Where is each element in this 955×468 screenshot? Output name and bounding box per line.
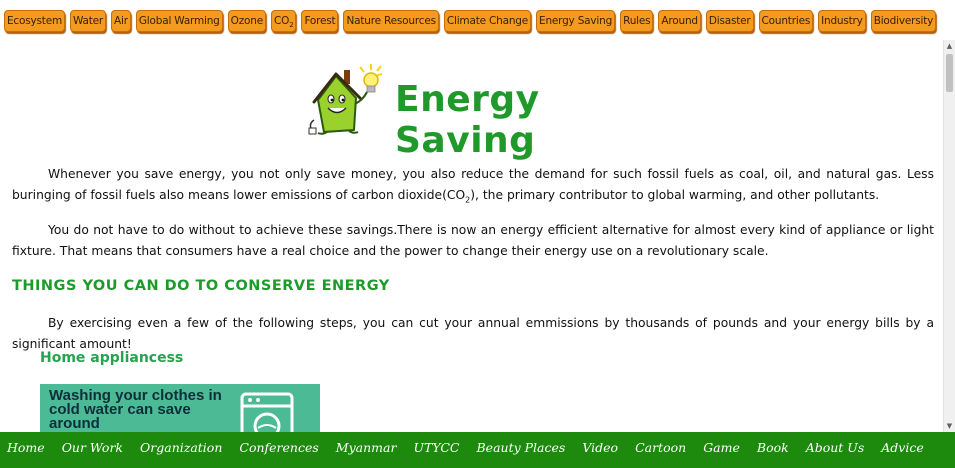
nav-co2-label: CO — [273, 15, 290, 27]
bottom-nav-cartoon-link[interactable]: Cartoon — [635, 440, 686, 455]
nav-air-button[interactable]: Air — [111, 10, 131, 32]
nav-co2-button[interactable]: CO2 — [270, 10, 297, 32]
arrow-up-icon[interactable]: ▲ — [944, 40, 955, 52]
top-nav-list: Ecosystem Water Air Global Warming Ozone… — [4, 10, 937, 32]
nav-disaster-button[interactable]: Disaster — [705, 10, 754, 32]
nav-around-button[interactable]: Around — [658, 10, 701, 32]
arrow-down-icon[interactable]: ▼ — [944, 420, 955, 432]
bottom-navigation: Home Our Work Organization Conferences M… — [0, 432, 955, 468]
alternatives-paragraph: You do not have to do without to achieve… — [12, 220, 934, 262]
page-header: Energy Saving — [300, 62, 680, 161]
bottom-nav-game-link[interactable]: Game — [703, 440, 740, 455]
main-content: Energy Saving Whenever you save energy, … — [0, 40, 944, 432]
steps-paragraph: By exercising even a few of the followin… — [12, 313, 934, 355]
bottom-nav-organization-link[interactable]: Organization — [140, 440, 222, 455]
bottom-nav-advice-link[interactable]: Advice — [881, 440, 924, 455]
bottom-nav-beauty-places-link[interactable]: Beauty Places — [477, 440, 566, 455]
nav-co2-subscript: 2 — [289, 21, 294, 30]
bottom-nav-video-link[interactable]: Video — [582, 440, 618, 455]
intro-text-after: ), the primary contributor to global war… — [470, 188, 880, 202]
bottom-nav-myanmar-link[interactable]: Myanmar — [336, 440, 397, 455]
washing-tip-text: Washing your clothes in cold water can s… — [49, 387, 222, 432]
energy-house-icon — [308, 64, 383, 135]
section-heading: THINGS YOU CAN DO TO CONSERVE ENERGY — [12, 278, 390, 294]
nav-ozone-button[interactable]: Ozone — [227, 10, 266, 32]
washing-tip-image: Washing your clothes in cold water can s… — [40, 384, 320, 432]
nav-climate-change-button[interactable]: Climate Change — [443, 10, 532, 32]
washing-machine-icon — [240, 392, 294, 432]
home-appliances-heading: Home appliancess — [40, 350, 184, 366]
nav-rules-button[interactable]: Rules — [620, 10, 654, 32]
intro-paragraph: Whenever you save energy, you not only s… — [12, 164, 934, 210]
nav-industry-button[interactable]: Industry — [818, 10, 866, 32]
nav-energy-saving-button[interactable]: Energy Saving — [536, 10, 616, 32]
vertical-scrollbar[interactable]: ▲ ▼ — [943, 40, 955, 432]
nav-global-warming-button[interactable]: Global Warming — [135, 10, 223, 32]
nav-forest-button[interactable]: Forest — [301, 10, 339, 32]
steps-text: By exercising even a few of the followin… — [12, 316, 934, 351]
nav-nature-resources-button[interactable]: Nature Resources — [343, 10, 439, 32]
nav-water-button[interactable]: Water — [70, 10, 107, 32]
bottom-nav-list: Home Our Work Organization Conferences M… — [7, 440, 924, 455]
alternatives-text: You do not have to do without to achieve… — [12, 223, 934, 258]
top-navigation: Ecosystem Water Air Global Warming Ozone… — [0, 0, 944, 40]
bottom-nav-home-link[interactable]: Home — [7, 440, 45, 455]
bottom-nav-utycc-link[interactable]: UTYCC — [413, 440, 459, 455]
bottom-nav-book-link[interactable]: Book — [757, 440, 789, 455]
nav-countries-button[interactable]: Countries — [758, 10, 814, 32]
bottom-nav-our-work-link[interactable]: Our Work — [62, 440, 123, 455]
bottom-nav-about-us-link[interactable]: About Us — [806, 440, 865, 455]
nav-ecosystem-button[interactable]: Ecosystem — [4, 10, 65, 32]
page-title: Energy Saving — [395, 79, 540, 161]
scrollbar-thumb[interactable] — [946, 54, 953, 92]
nav-biodiversity-button[interactable]: Biodiversity — [870, 10, 937, 32]
bottom-nav-conferences-link[interactable]: Conferences — [239, 440, 318, 455]
